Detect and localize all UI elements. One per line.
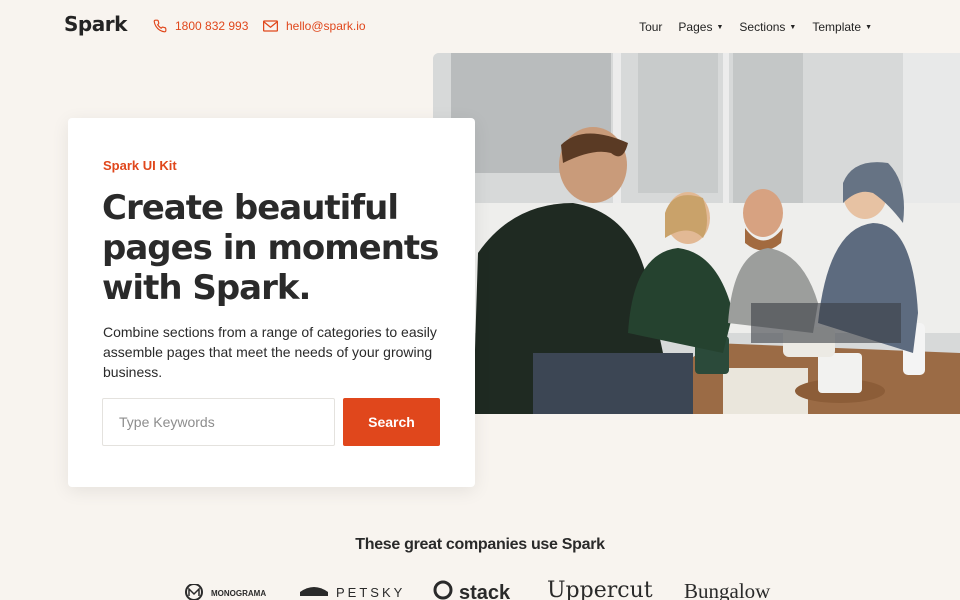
main-nav: Tour Pages ▼ Sections ▼ Template ▼ [639,20,872,34]
email-link[interactable]: hello@spark.io [263,19,366,33]
company-logo-text: MONOGRAMA [211,588,267,598]
nav-label: Tour [639,20,663,34]
nav-item-template[interactable]: Template ▼ [812,20,872,34]
company-logo-text: Bungalow [684,580,771,600]
hero-headline: Create beautiful pages in moments with S… [102,188,439,308]
phone-number: 1800 832 993 [175,19,249,33]
site-header: Spark 1800 832 993 hello@spark.io Tour P… [0,0,960,54]
email-address: hello@spark.io [286,19,366,33]
company-logo-text: stack [459,581,511,600]
petsky-mark-icon [298,584,330,600]
company-logo-monograma: MONOGRAMA [183,583,267,600]
caret-down-icon: ▼ [865,23,872,31]
nav-item-tour[interactable]: Tour [639,20,662,34]
stack-mark-icon [433,580,453,600]
companies-title: These great companies use Spark [355,536,605,553]
caret-down-icon: ▼ [789,23,797,31]
search-input[interactable] [102,398,335,446]
nav-item-pages[interactable]: Pages ▼ [678,20,723,34]
brand-logo[interactable]: Spark [64,12,127,36]
mail-icon [263,20,278,32]
hero-card: Spark UI Kit Create beautiful pages in m… [68,118,475,487]
search-button[interactable]: Search [343,398,440,446]
caret-down-icon: ▼ [716,23,724,31]
company-logo-stack: stack [433,580,510,600]
company-logo-text: PETSKY [336,585,406,600]
hero-lede: Combine sections from a range of categor… [103,324,437,380]
hero-photo [433,53,960,414]
phone-link[interactable]: 1800 832 993 [153,19,248,33]
company-logo-uppercut: Uppercut [547,580,653,600]
nav-label: Sections [739,20,786,34]
monograma-mark-icon [183,583,205,600]
company-logo-petsky: PETSKY [298,584,405,600]
company-logo-bungalow: Bungalow [684,580,770,600]
nav-item-sections[interactable]: Sections ▼ [739,20,796,34]
phone-icon [153,19,167,33]
nav-label: Template [812,20,862,34]
company-logo-text: Uppercut [547,580,653,600]
company-logos: MONOGRAMA PETSKY stack Uppercut Bungalow [0,580,960,600]
nav-label: Pages [678,20,713,34]
hero-eyebrow: Spark UI Kit [103,158,177,173]
